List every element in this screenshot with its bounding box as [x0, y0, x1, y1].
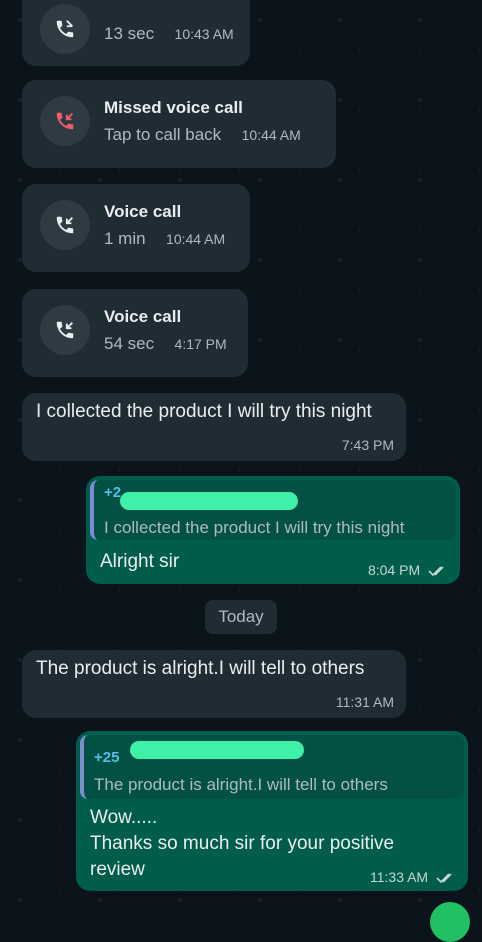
incoming-call-icon [40, 200, 90, 250]
double-check-icon [436, 873, 452, 884]
incoming-message-1[interactable]: I collected the product I will try this … [22, 393, 406, 461]
outgoing-message-2[interactable]: +25 The product is alright.I will tell t… [76, 731, 468, 891]
call-title: Missed voice call [104, 98, 243, 117]
call-title: Voice call [104, 202, 182, 221]
missed-call-bubble[interactable]: Missed voice call Tap to call back 10:44… [22, 80, 336, 168]
incoming-message-2[interactable]: The product is alright.I will tell to ot… [22, 650, 406, 718]
message-time: 7:43 PM [341, 437, 394, 453]
call-duration: 13 sec [104, 24, 155, 43]
call-bubble-1[interactable]: 13 sec 10:43 AM [22, 0, 250, 66]
call-title: Voice call [104, 307, 182, 326]
message-time-text: 8:04 PM [367, 562, 421, 578]
message-text: I collected the product I will try this … [36, 401, 372, 422]
call-time: 10:44 AM [241, 127, 301, 143]
call-duration: 54 sec [104, 334, 155, 353]
call-time: 10:44 AM [166, 231, 226, 247]
incoming-call-icon [40, 4, 90, 54]
quoted-sender: +2 [104, 484, 122, 501]
call-subtitle: Tap to call back [104, 125, 222, 144]
message-text: Alright sir [100, 551, 180, 572]
voice-call-bubble-1[interactable]: Voice call 1 min 10:44 AM [22, 184, 250, 272]
message-text: The product is alright.I will tell to ot… [36, 658, 365, 679]
quoted-sender: +25 [94, 749, 120, 766]
message-time: 8:04 PM [368, 562, 448, 578]
message-text-line-1: Wow..... [90, 807, 158, 828]
quoted-text: I collected the product I will try this … [104, 518, 405, 537]
redaction-mark [130, 741, 304, 759]
call-time: 10:43 AM [174, 26, 234, 42]
call-duration: 1 min [104, 229, 146, 248]
incoming-call-icon [40, 305, 90, 355]
quoted-message[interactable]: +2 I collected the product I will try th… [90, 480, 456, 540]
outgoing-message-1[interactable]: +2 I collected the product I will try th… [86, 476, 460, 584]
missed-call-icon [40, 96, 90, 146]
scroll-down-button[interactable] [430, 902, 470, 942]
message-time-text: 11:33 AM [369, 869, 429, 885]
voice-call-bubble-2[interactable]: Voice call 54 sec 4:17 PM [22, 289, 248, 377]
redaction-mark [120, 492, 298, 510]
call-time: 4:17 PM [174, 336, 227, 352]
quoted-text: The product is alright.I will tell to ot… [94, 775, 388, 794]
quoted-message[interactable]: +25 The product is alright.I will tell t… [80, 735, 464, 799]
double-check-icon [428, 566, 444, 577]
date-divider: Today [205, 600, 277, 634]
message-time: 11:33 AM [370, 869, 456, 885]
message-time: 11:31 AM [335, 694, 394, 710]
